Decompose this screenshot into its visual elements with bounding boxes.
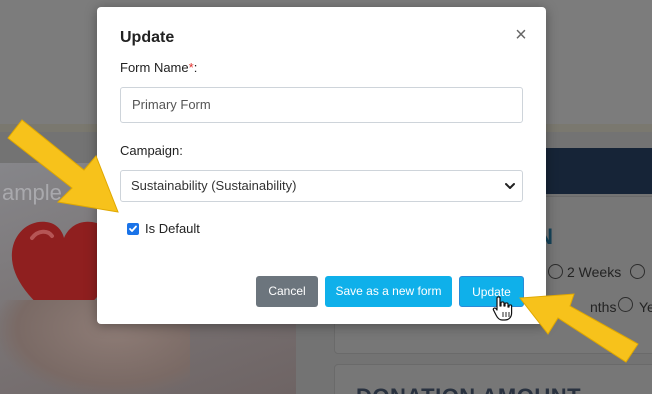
form-name-input[interactable]: Primary Form	[120, 87, 523, 123]
background-radio-label: nths	[590, 299, 617, 315]
form-name-label-text: Form Name	[120, 60, 189, 75]
cancel-button[interactable]: Cancel	[256, 276, 318, 307]
background-radio-label: Ye	[639, 299, 652, 315]
close-icon[interactable]: ×	[511, 25, 531, 45]
campaign-select[interactable]: Sustainability (Sustainability)	[120, 170, 523, 202]
background-photo-text: ample	[2, 180, 62, 205]
form-name-label-colon: :	[193, 60, 198, 75]
is-default-label[interactable]: Is Default	[145, 221, 200, 236]
update-button[interactable]: Update	[459, 276, 524, 307]
is-default-checkbox[interactable]	[127, 223, 139, 235]
modal-title: Update	[120, 29, 175, 46]
update-modal: Update × Form Name*: Primary Form Campai…	[97, 7, 546, 324]
background-radio	[618, 297, 633, 312]
campaign-label: Campaign:	[120, 143, 183, 158]
save-as-new-form-button[interactable]: Save as a new form	[325, 276, 452, 307]
background-radio-label: 2 Weeks	[567, 264, 622, 280]
checkmark-icon	[129, 225, 137, 232]
background-radio	[630, 264, 645, 279]
campaign-selected-value: Sustainability (Sustainability)	[131, 178, 297, 193]
chevron-down-icon	[505, 183, 515, 189]
background-radio	[548, 264, 563, 279]
form-name-label: Form Name*:	[120, 60, 197, 75]
background-donation-heading: DONATION AMOUNT	[356, 384, 581, 394]
